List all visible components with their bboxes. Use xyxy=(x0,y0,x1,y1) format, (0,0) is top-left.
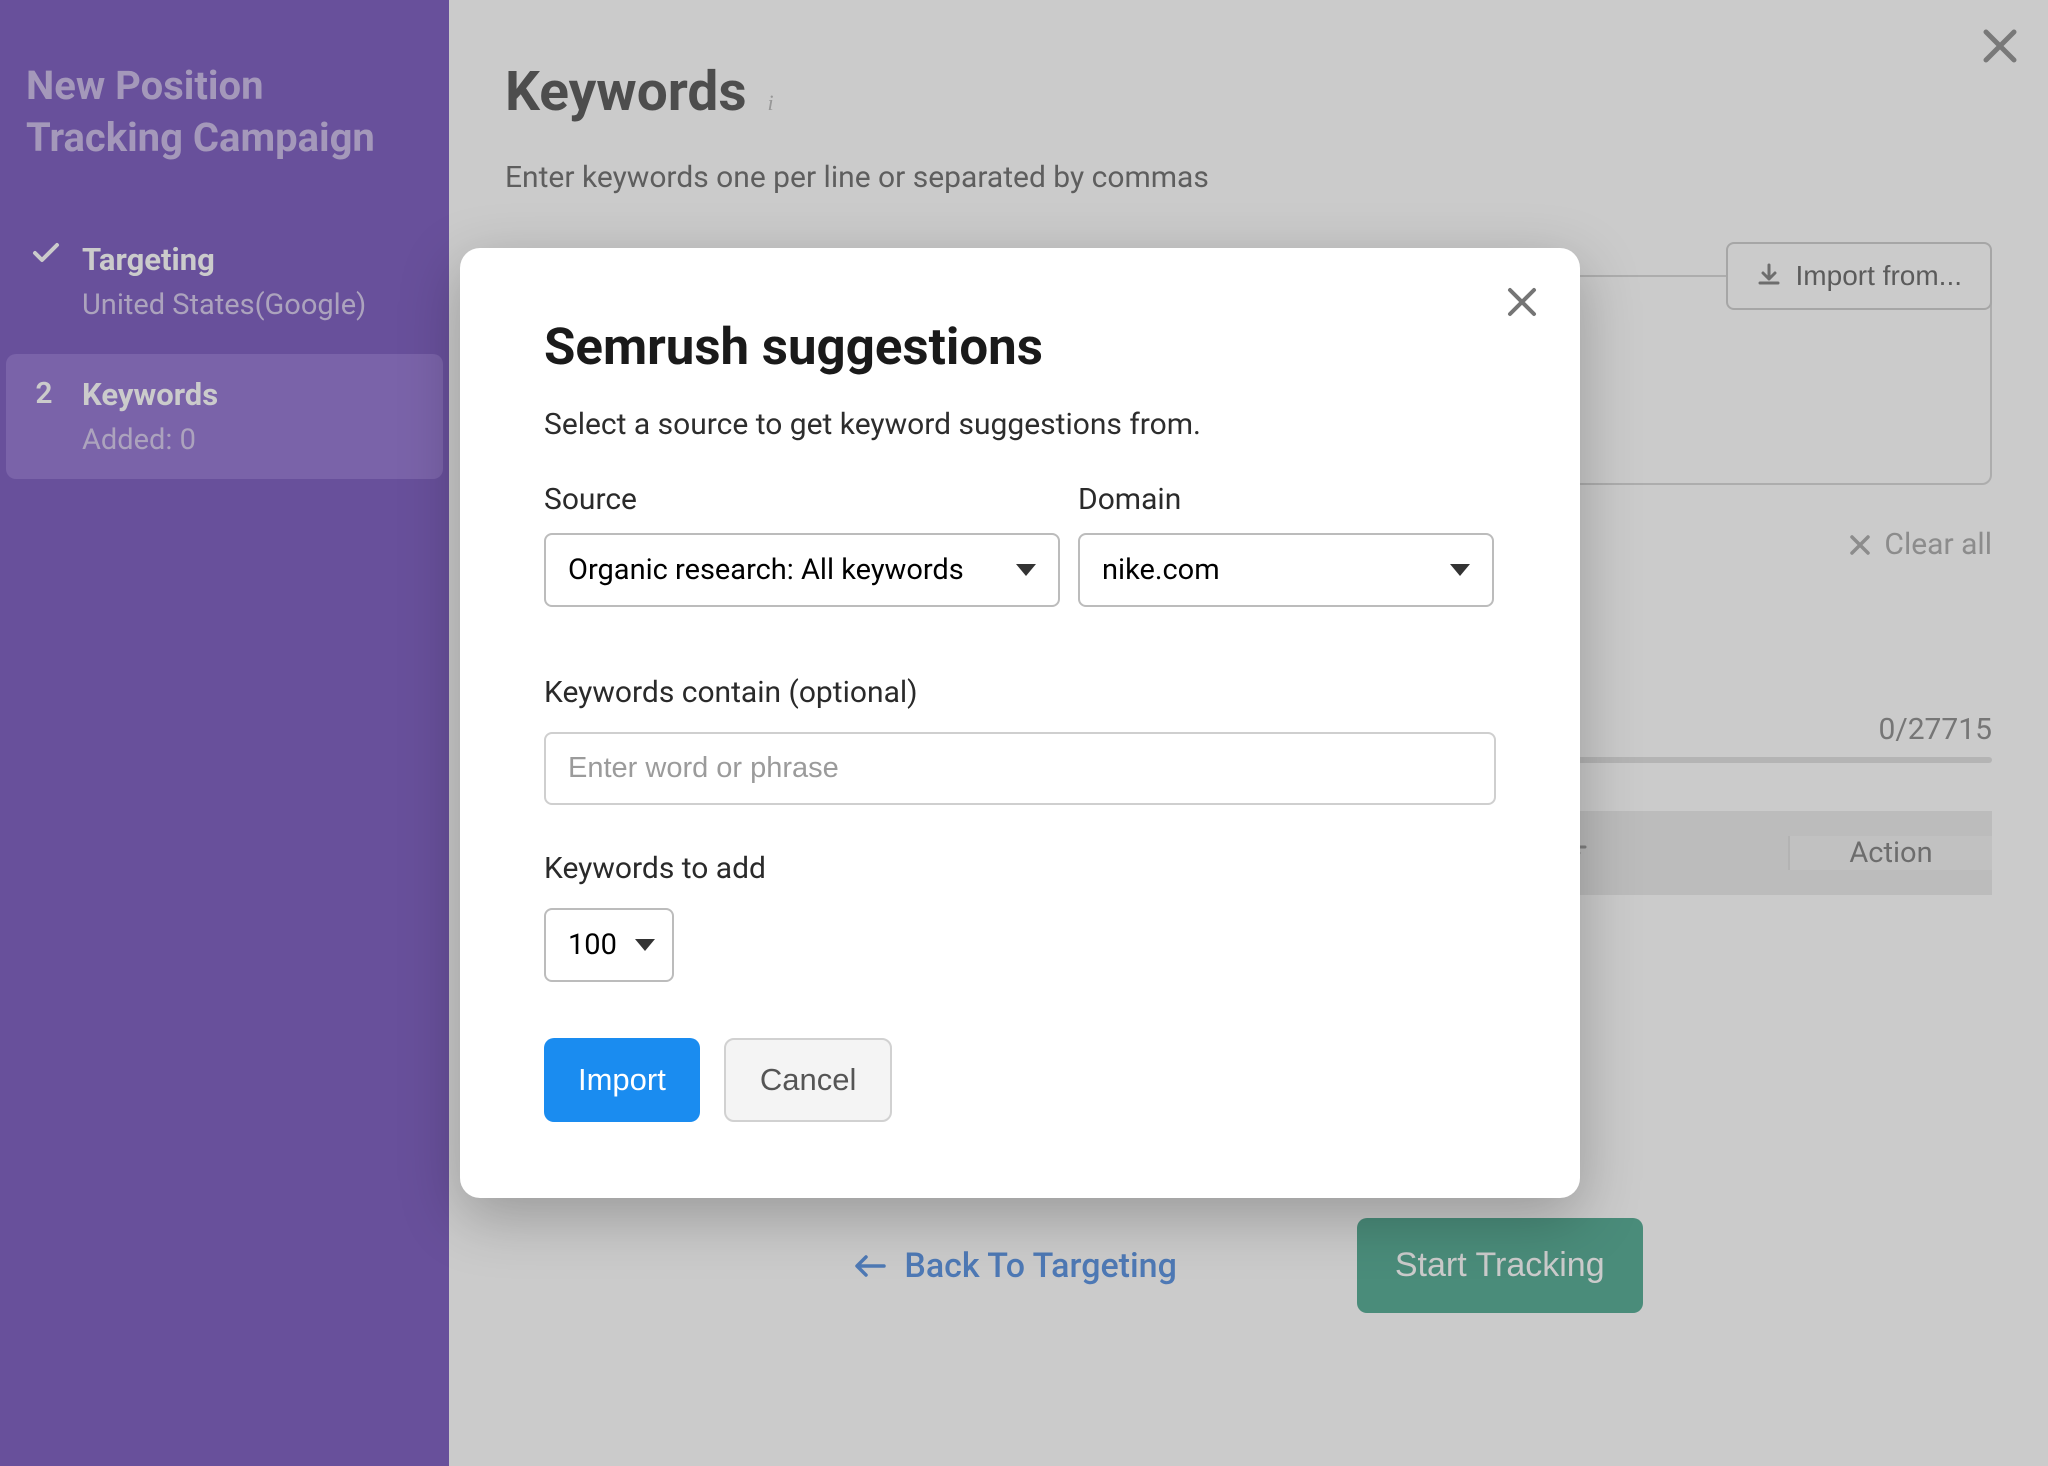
domain-value: nike.com xyxy=(1102,553,1220,587)
domain-label: Domain xyxy=(1078,482,1494,517)
keywords-to-add-select[interactable]: 100 xyxy=(544,908,674,982)
keywords-to-add-label: Keywords to add xyxy=(544,851,1496,886)
import-button[interactable]: Import xyxy=(544,1038,700,1122)
source-label: Source xyxy=(544,482,1060,517)
modal-subtitle: Select a source to get keyword suggestio… xyxy=(544,407,1496,442)
close-icon[interactable] xyxy=(1504,284,1540,320)
keywords-to-add-value: 100 xyxy=(568,928,617,962)
source-value: Organic research: All keywords xyxy=(568,553,964,587)
keywords-contain-label: Keywords contain (optional) xyxy=(544,675,1496,710)
domain-select[interactable]: nike.com xyxy=(1078,533,1494,607)
semrush-suggestions-modal: Semrush suggestions Select a source to g… xyxy=(460,248,1580,1198)
source-select[interactable]: Organic research: All keywords xyxy=(544,533,1060,607)
cancel-button[interactable]: Cancel xyxy=(724,1038,893,1122)
keywords-contain-input[interactable] xyxy=(544,732,1496,805)
modal-overlay[interactable]: Semrush suggestions Select a source to g… xyxy=(0,0,2048,1466)
modal-title: Semrush suggestions xyxy=(544,318,1496,377)
